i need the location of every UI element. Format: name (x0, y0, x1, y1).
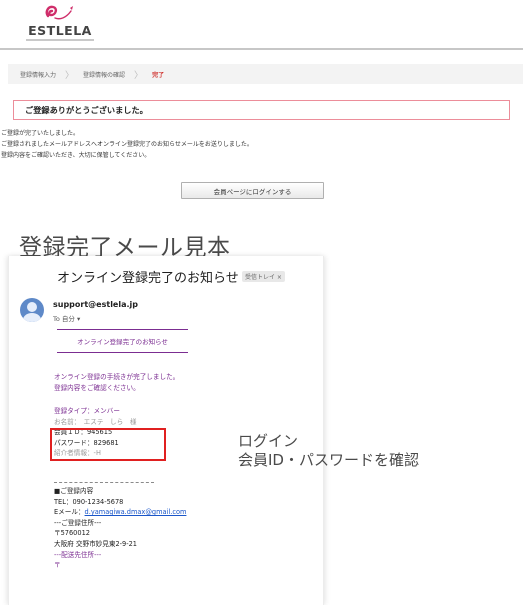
breadcrumb-step-input: 登録情報入力 (20, 71, 57, 79)
email-body-line: 登録内容をご確認ください。 (54, 383, 140, 392)
email-sender: support@estlela.jp (53, 300, 139, 309)
member-login-button[interactable]: 会員ページにログインする (181, 182, 324, 199)
breadcrumb-step-confirm: 登録情報の確認 (83, 71, 126, 79)
registration-email-label: Eメール： (54, 508, 85, 517)
chevron-right-icon: 〉 (65, 70, 75, 81)
email-recipient: To 自分 ▾ (53, 315, 81, 323)
logo-text: ESTLELA (28, 23, 92, 38)
completion-message-line: ご登録されましたメールアドレスへオンライン登録完了のお知らせメールをお送りしまし… (1, 141, 253, 149)
email-body: オンライン登録の手続きが完了しました。 登録内容をご確認ください。 (54, 372, 179, 393)
registration-email: Eメール：d.yamagiwa.dmax@gmail.com (54, 507, 186, 518)
member-name: お名前： エステ しら 様 (54, 417, 137, 426)
breadcrumb-step-complete: 完了 (152, 71, 165, 79)
completion-message: ご登録が完了いたしました。 ご登録されましたメールアドレスへオンライン登録完了の… (1, 128, 253, 162)
annotation-line: 会員ID・パスワードを確認 (238, 451, 419, 469)
completion-message-line: 登録内容をご確認いただき、大切に保管してください。 (1, 152, 151, 160)
address-line: 大阪府 交野市妙見東2-9-21 (54, 539, 137, 548)
email-registration-details: ■ご登録内容 TEL：090-1234-5678 Eメール：d.yamagiwa… (54, 486, 186, 571)
avatar-head (27, 302, 37, 312)
site-header: ESTLELA (0, 0, 523, 50)
email-divider (54, 482, 154, 483)
address-zip: 〒5760012 (54, 529, 90, 538)
inbox-label-badge: 受信トレイ × (242, 271, 285, 282)
email-notice-title: オンライン登録完了のお知らせ (57, 329, 188, 353)
address-heading: ---ご登録住所--- (54, 518, 102, 527)
site-logo[interactable]: ESTLELA (18, 2, 102, 46)
registration-type: 登録タイプ：メンバー (54, 407, 120, 415)
avatar-body (23, 313, 41, 322)
chevron-right-icon: 〉 (134, 70, 144, 81)
registration-email-link[interactable]: d.yamagiwa.dmax@gmail.com (85, 508, 187, 516)
logo-tagline-bar (26, 39, 94, 41)
breadcrumb: 登録情報入力 〉 登録情報の確認 〉 完了 (8, 64, 523, 84)
email-body-line: オンライン登録の手続きが完了しました。 (54, 373, 180, 381)
credentials-highlight-box (50, 428, 166, 461)
delivery-heading: ---配送先住所--- (54, 550, 102, 559)
delivery-zip: 〒 (54, 561, 61, 570)
email-subject: オンライン登録完了のお知らせ (57, 271, 239, 286)
completion-message-line: ご登録が完了いたしました。 (1, 130, 80, 137)
sender-avatar-icon (20, 298, 44, 322)
registration-heading: ■ご登録内容 (54, 487, 94, 495)
annotation-line: ログイン (238, 432, 299, 450)
registration-tel: TEL：090-1234-5678 (54, 497, 124, 506)
login-annotation: ログイン 会員ID・パスワードを確認 (238, 432, 419, 470)
completion-heading: ご登録ありがとうございました。 (13, 100, 510, 120)
